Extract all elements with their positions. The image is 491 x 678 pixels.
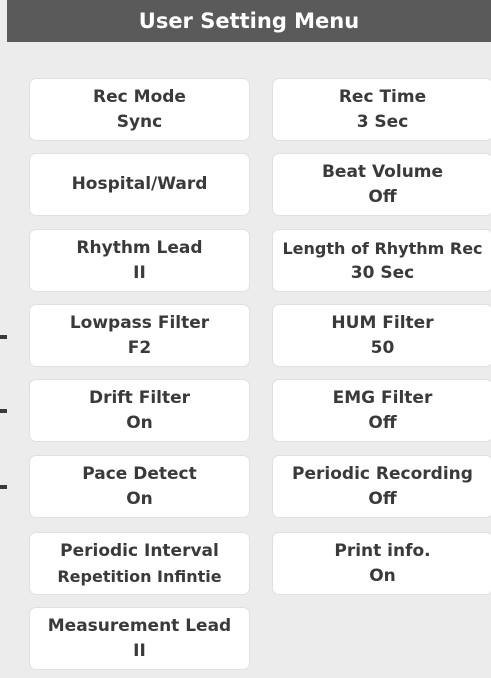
pace-detect-button[interactable]: Pace Detect On [29,455,250,518]
setting-value: F2 [127,337,152,358]
settings-panel: Rec Mode Sync Rec Time 3 Sec Hospital/Wa… [7,42,491,678]
emg-filter-button[interactable]: EMG Filter Off [272,379,491,442]
setting-value: On [126,488,153,509]
setting-label: Lowpass Filter [69,312,210,333]
length-of-rhythm-rec-button[interactable]: Length of Rhythm Rec 30 Sec [272,229,491,292]
setting-value: 30 Sec [350,262,415,283]
setting-label: Periodic Interval [60,540,219,561]
setting-value: II [133,262,146,283]
setting-label: EMG Filter [332,387,433,408]
setting-value: Sync [116,111,163,132]
drift-filter-button[interactable]: Drift Filter On [29,379,250,442]
rhythm-lead-button[interactable]: Rhythm Lead II [29,229,250,292]
setting-value: 3 Sec [356,111,409,132]
setting-value: On [369,565,396,586]
setting-label: Periodic Recording [292,463,473,484]
setting-label: Drift Filter [88,387,191,408]
setting-value: II [133,640,146,661]
setting-label: Rec Mode [93,86,186,107]
window-title: User Setting Menu [7,0,491,42]
setting-value: Repetition Infintie [57,566,222,586]
setting-label: Rec Time [338,86,427,107]
lowpass-filter-button[interactable]: Lowpass Filter F2 [29,304,250,367]
setting-label: Rhythm Lead [76,237,203,258]
periodic-interval-button[interactable]: Periodic Interval Repetition Infintie [29,532,250,595]
setting-value: On [126,412,153,433]
print-info-button[interactable]: Print info. On [272,532,491,595]
setting-label: Hospital/Ward [71,174,208,194]
beat-volume-button[interactable]: Beat Volume Off [272,153,491,216]
setting-value: Off [368,186,397,207]
setting-label: HUM Filter [331,312,434,333]
setting-value: 50 [370,337,395,358]
setting-label: Beat Volume [321,161,444,182]
setting-value: Off [368,488,397,509]
hum-filter-button[interactable]: HUM Filter 50 [272,304,491,367]
setting-label: Measurement Lead [47,615,232,636]
setting-value: Off [368,412,397,433]
setting-label: Print info. [334,540,431,561]
setting-label: Length of Rhythm Rec [282,238,483,258]
hospital-ward-button[interactable]: Hospital/Ward [29,153,250,216]
rec-mode-button[interactable]: Rec Mode Sync [29,78,250,141]
periodic-recording-button[interactable]: Periodic Recording Off [272,455,491,518]
measurement-lead-button[interactable]: Measurement Lead II [29,607,250,670]
setting-label: Pace Detect [82,463,197,484]
rec-time-button[interactable]: Rec Time 3 Sec [272,78,491,141]
